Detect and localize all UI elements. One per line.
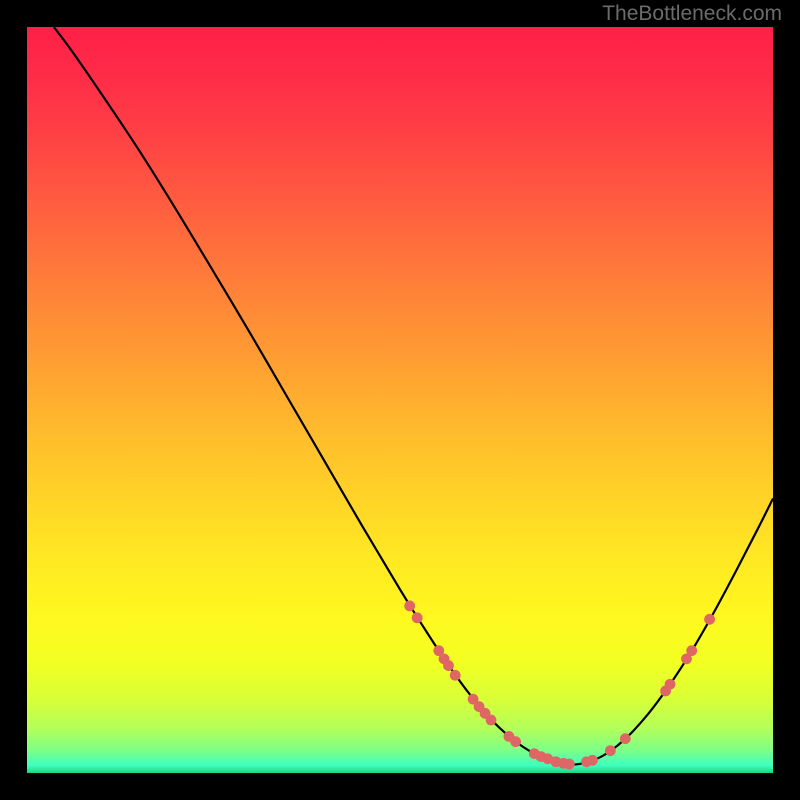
data-marker [443, 660, 454, 671]
data-marker [564, 759, 575, 770]
data-marker [704, 614, 715, 625]
data-marker [510, 736, 521, 747]
attribution-text: TheBottleneck.com [602, 2, 782, 26]
data-marker [412, 612, 423, 623]
data-marker [620, 733, 631, 744]
data-marker [404, 601, 415, 612]
bottleneck-curve [54, 27, 773, 765]
data-marker [605, 745, 616, 756]
data-markers [404, 601, 715, 770]
data-marker [686, 645, 697, 656]
chart-plot-area [27, 27, 773, 773]
data-marker [587, 755, 598, 766]
data-marker [450, 670, 461, 681]
chart-svg-layer [27, 27, 773, 773]
data-marker [486, 715, 497, 726]
data-marker [665, 679, 676, 690]
